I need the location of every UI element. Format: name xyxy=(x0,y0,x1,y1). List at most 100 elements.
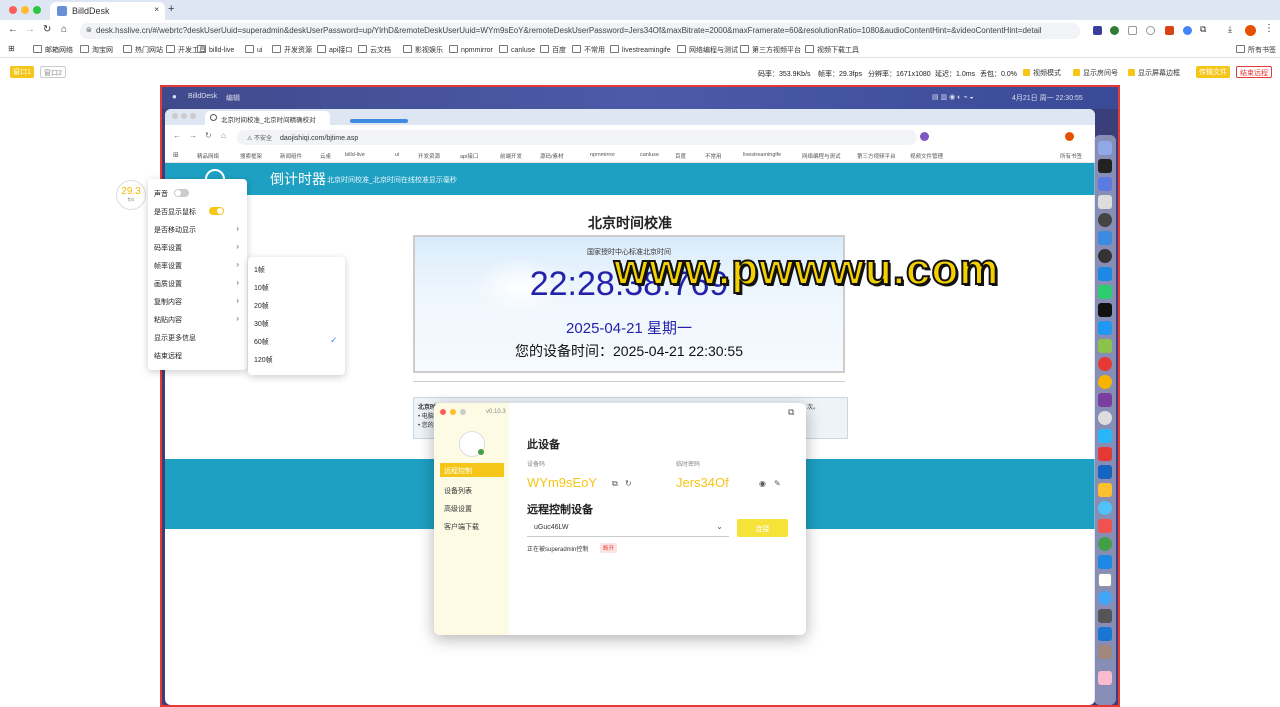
app-close-icon[interactable] xyxy=(440,409,446,415)
menu-video-mode[interactable]: 是否移动显示 xyxy=(154,225,196,235)
window2-button[interactable]: 窗口2 xyxy=(40,66,66,78)
fps-option[interactable]: 20帧 xyxy=(254,301,269,311)
bookmark-item[interactable]: 不常用 xyxy=(572,45,605,55)
dock-app10-icon xyxy=(1098,627,1112,641)
copy-icon[interactable]: ⧉ xyxy=(612,479,618,489)
fps-option[interactable]: 10帧 xyxy=(254,283,269,293)
remote-forward-icon: → xyxy=(189,131,197,140)
forward-icon[interactable]: → xyxy=(25,24,35,35)
nav-advanced-settings[interactable]: 高级设置 xyxy=(440,501,504,515)
remote-url-text: daojishiqi.com/bjtime.asp xyxy=(280,135,359,142)
cursor-toggle[interactable] xyxy=(209,207,224,215)
extension-3-icon[interactable] xyxy=(1128,26,1137,35)
browser-tab-billddesk[interactable]: BilldDesk × xyxy=(50,2,165,20)
back-icon[interactable]: ← xyxy=(8,24,18,35)
edit-icon[interactable]: ✎ xyxy=(774,479,781,488)
all-bookmarks-folder[interactable]: 所有书签 xyxy=(1236,45,1276,55)
sound-toggle[interactable] xyxy=(174,189,189,197)
bookmark-item[interactable]: 百度 xyxy=(540,45,566,55)
bookmark-item[interactable]: 淘宝网 xyxy=(80,45,113,55)
bitrate-stat: 码率：353.9Kb/s xyxy=(758,71,811,78)
remote-bookmark-item: 源码/素材 xyxy=(540,154,564,160)
extension-2-icon[interactable] xyxy=(1110,26,1119,35)
menu-resolution[interactable]: 画质设置 xyxy=(154,279,182,289)
bookmark-item[interactable]: canluse xyxy=(499,45,535,54)
bookmark-item[interactable]: billd-live xyxy=(197,45,234,54)
fps-option[interactable]: 120帧 xyxy=(254,355,273,365)
bookmark-item[interactable]: 影视娱乐 xyxy=(403,45,443,55)
reload-icon[interactable]: ↻ xyxy=(43,24,51,35)
bookmark-item[interactable]: livestreamingife xyxy=(610,45,671,54)
tab-close-icon[interactable]: × xyxy=(154,5,159,14)
divider xyxy=(413,381,845,382)
bookmark-item[interactable]: npmmirror xyxy=(449,45,493,54)
show-room-checkbox[interactable]: 显示房间号 xyxy=(1073,68,1118,78)
extensions-puzzle-icon[interactable]: ⧉ xyxy=(1200,24,1206,35)
remote-bookmark-item: 视频文件管理 xyxy=(910,154,944,160)
bookmark-item[interactable]: 网络编程与测试 xyxy=(677,45,738,55)
bookmark-item[interactable]: ui xyxy=(245,45,262,54)
bookmark-item[interactable]: 热门网站 xyxy=(123,45,163,55)
bookmark-item[interactable]: 开发资源 xyxy=(272,45,312,55)
show-border-checkbox[interactable]: 显示屏幕边框 xyxy=(1128,68,1180,78)
menu-paste-content[interactable]: 粘贴内容 xyxy=(154,315,182,325)
dock-typora-icon xyxy=(1098,573,1112,587)
chevron-right-icon: › xyxy=(236,242,239,251)
home-icon[interactable]: ⌂ xyxy=(61,24,67,35)
extension-5-icon[interactable] xyxy=(1165,26,1174,35)
window-minimize-icon[interactable] xyxy=(21,6,29,14)
site-info-icon[interactable]: ⊜ xyxy=(86,26,92,34)
profile-avatar[interactable] xyxy=(1245,25,1256,36)
remote-id-select[interactable]: uGuc46LW ⌄ xyxy=(527,519,729,537)
menu-kebab-icon[interactable]: ⋮ xyxy=(1264,23,1274,34)
bookmark-item[interactable]: api接口 xyxy=(317,45,352,55)
window-close-icon[interactable] xyxy=(9,6,17,14)
app-minimize-icon[interactable] xyxy=(450,409,456,415)
bookmark-item[interactable]: 视频下载工具 xyxy=(805,45,859,55)
fps-option[interactable]: 30帧 xyxy=(254,319,269,329)
transfer-file-button[interactable]: 传输文件 xyxy=(1196,66,1230,78)
extension-4-icon[interactable] xyxy=(1146,26,1155,35)
fps-option-selected[interactable]: 60帧 xyxy=(254,337,269,347)
nav-device-list[interactable]: 设备列表 xyxy=(440,483,504,497)
dock-wechat-icon xyxy=(1098,285,1112,299)
menu-end-remote[interactable]: 结束远程 xyxy=(154,351,182,361)
bookmark-item[interactable]: 第三方视频平台 xyxy=(740,45,801,55)
app-sidebar: 远程控制 设备列表 高级设置 客户端下载 xyxy=(434,403,509,635)
nav-remote-control[interactable]: 远程控制 xyxy=(440,463,504,477)
extension-6-icon[interactable] xyxy=(1183,26,1192,35)
window1-button[interactable]: 窗口1 xyxy=(10,66,34,78)
menu-copy-content[interactable]: 复制内容 xyxy=(154,297,182,307)
nav-client-download[interactable]: 客户端下载 xyxy=(440,519,504,533)
fps-unit: fps xyxy=(127,197,135,203)
remote-device-heading: 远程控制设备 xyxy=(527,504,593,516)
remote-bookmark-item: 新闻组件 xyxy=(280,154,303,160)
end-remote-button[interactable]: 结束远程 xyxy=(1236,66,1272,78)
eye-icon[interactable]: ◉ xyxy=(759,479,766,488)
online-status-icon xyxy=(478,449,484,455)
apps-grid-icon[interactable]: ⊞ xyxy=(8,44,15,53)
app-zoom-icon[interactable] xyxy=(460,409,466,415)
fps-badge[interactable]: 29.3 fps xyxy=(116,180,146,210)
remote-control-toolbar: 窗口1 窗口2 码率：353.9Kb/s 帧率：29.3fps 分辨率：1671… xyxy=(0,59,1280,86)
remote-window-minimize-icon xyxy=(181,113,187,119)
app-external-link-icon[interactable]: ⧉ xyxy=(788,407,794,418)
new-tab-button[interactable]: + xyxy=(168,3,174,15)
refresh-icon[interactable]: ↻ xyxy=(625,479,632,488)
connect-button[interactable]: 连接 xyxy=(737,519,788,537)
extension-1-icon[interactable] xyxy=(1093,26,1102,35)
menu-framerate[interactable]: 帧率设置 xyxy=(154,261,182,271)
download-icon[interactable]: ⤓ xyxy=(1228,24,1232,35)
window-zoom-icon[interactable] xyxy=(33,6,41,14)
remote-bookmark-item: livestreamingife xyxy=(743,152,782,158)
outer-url-bar[interactable]: ⊜ desk.hsslive.cn/#/webrtc?deskUserUuid=… xyxy=(80,23,1080,39)
menu-show-more[interactable]: 显示更多信息 xyxy=(154,333,196,343)
menu-bitrate[interactable]: 码率设置 xyxy=(154,243,182,253)
disconnect-badge[interactable]: 断开 xyxy=(600,543,618,553)
fps-option[interactable]: 1帧 xyxy=(254,265,265,275)
bookmark-item[interactable]: 邮箱网络 xyxy=(33,45,73,55)
video-mode-checkbox[interactable]: 视频模式 xyxy=(1023,68,1061,78)
bookmark-item[interactable]: 云文档 xyxy=(358,45,391,55)
remote-back-icon: ← xyxy=(173,131,181,140)
framerate-stat: 帧率：29.3fps xyxy=(818,71,862,78)
